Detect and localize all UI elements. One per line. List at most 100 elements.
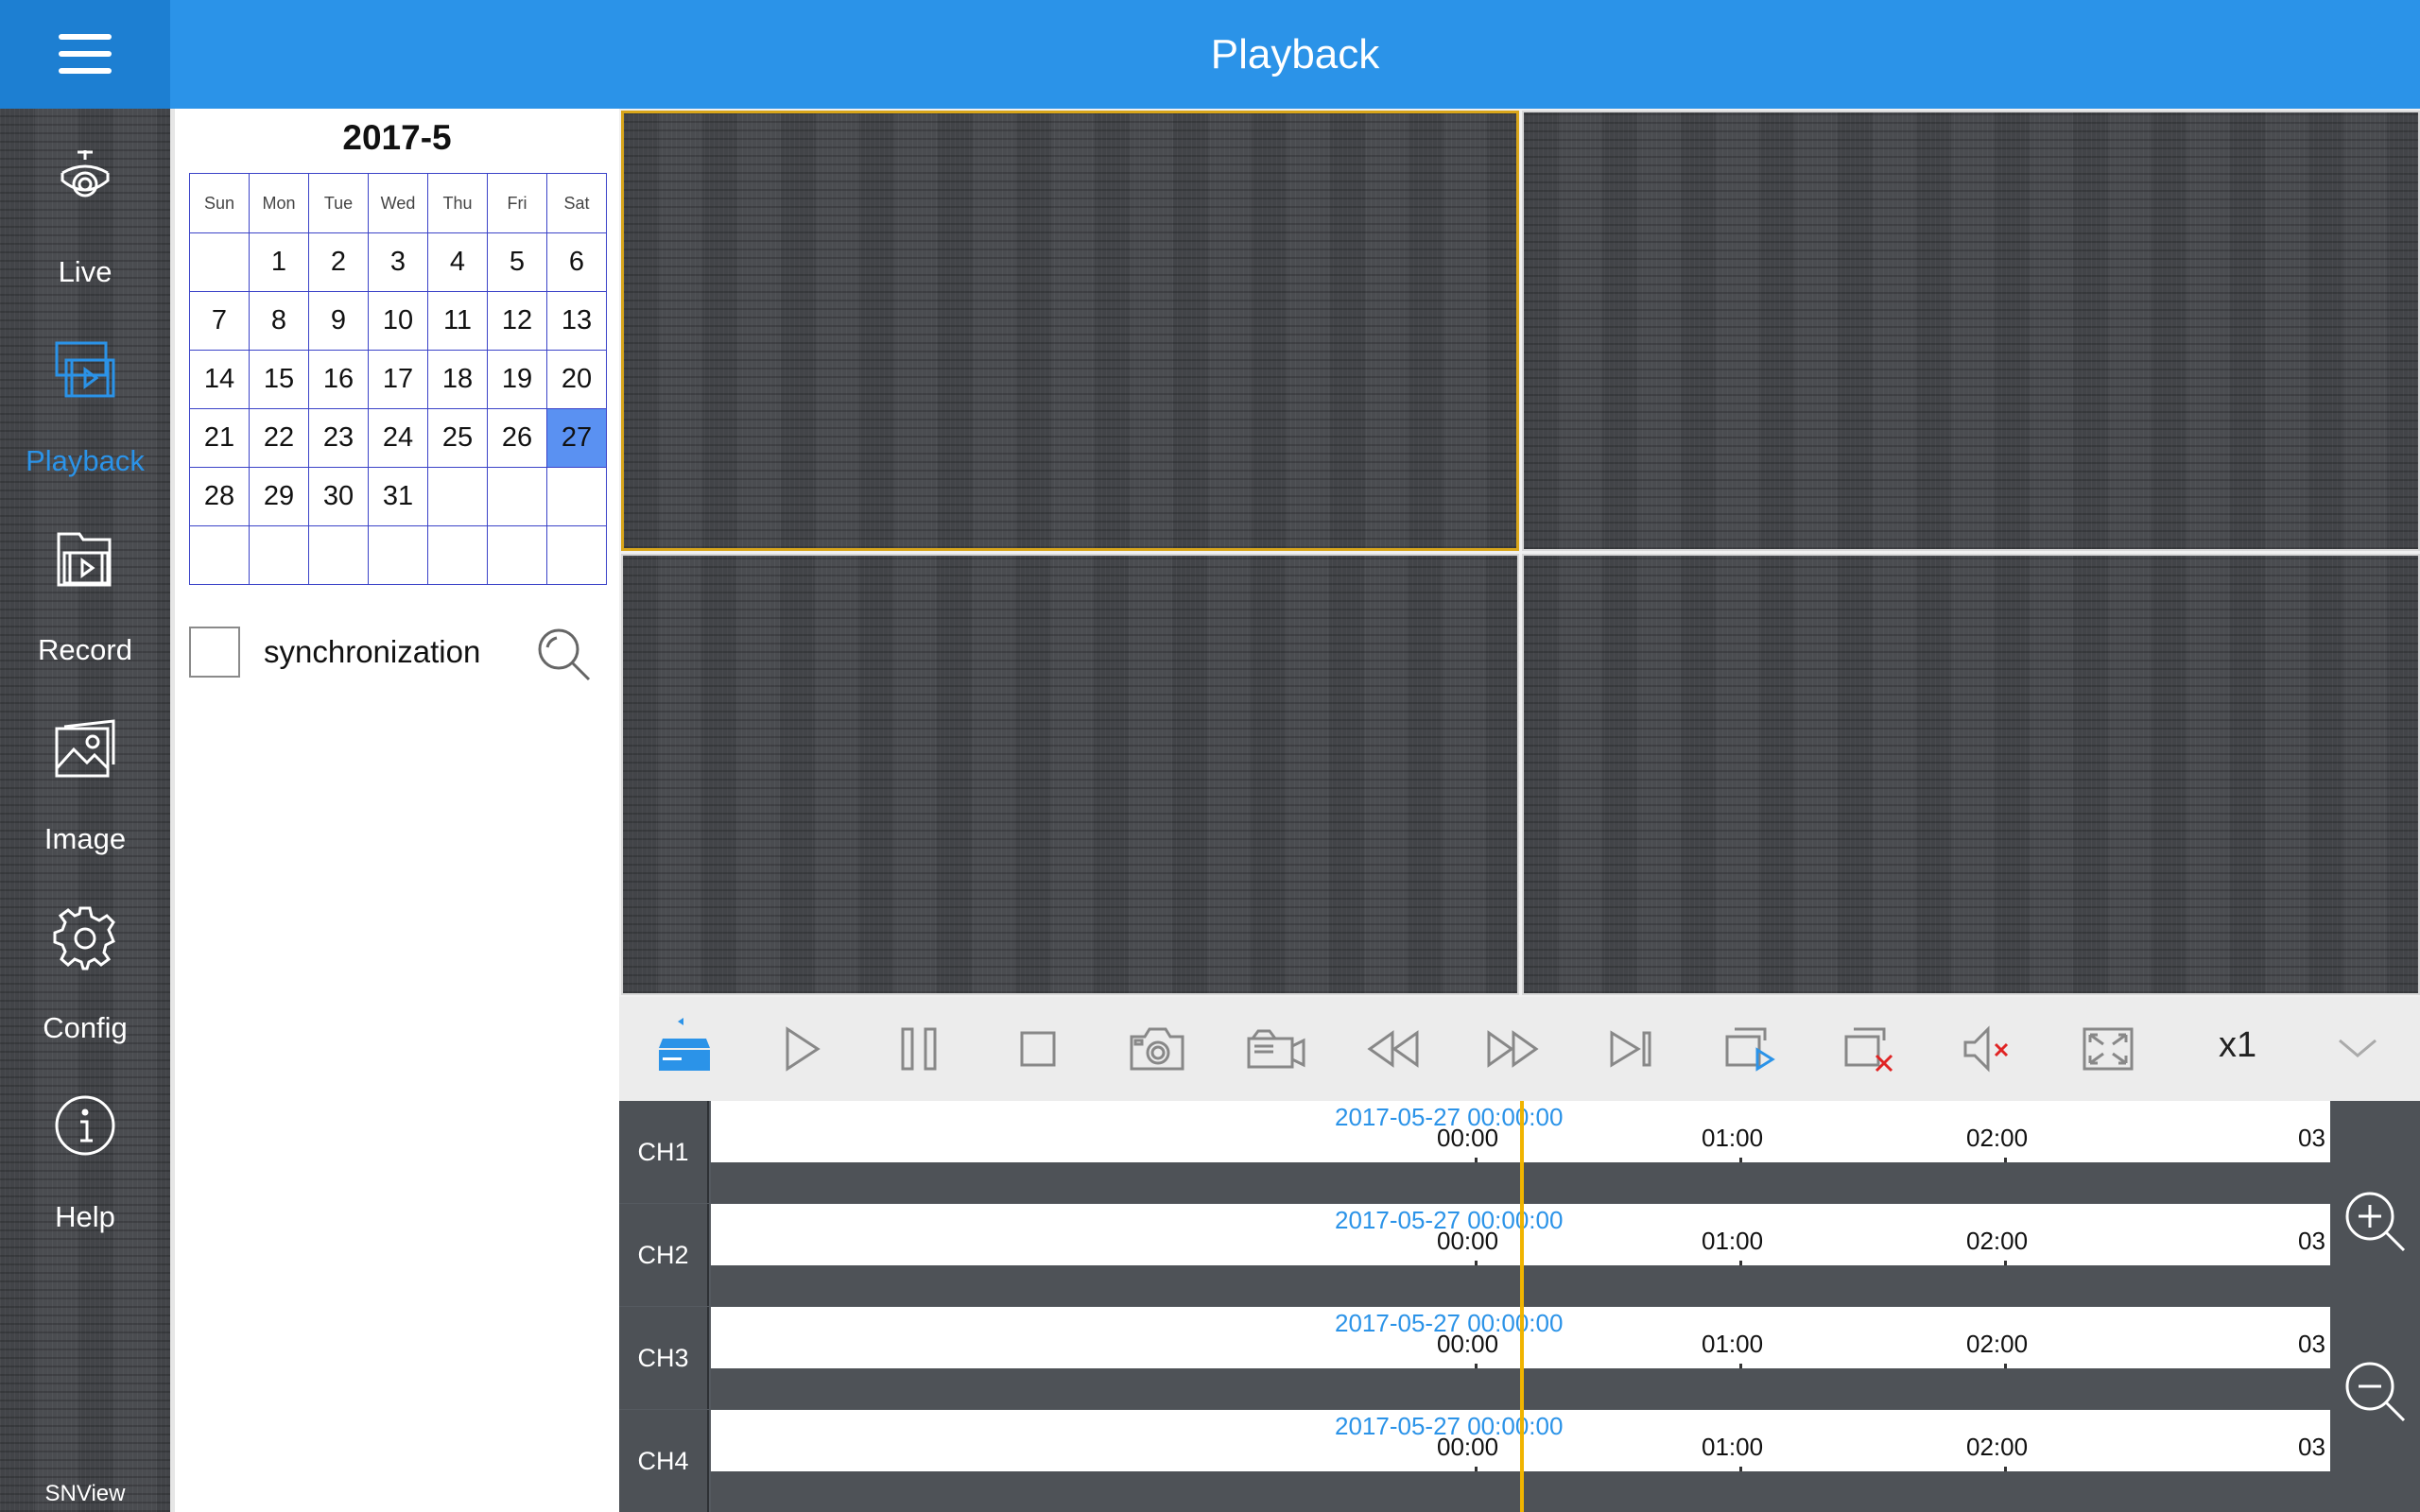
sidebar-item-live[interactable]: Live — [0, 109, 170, 298]
calendar-day[interactable]: 29 — [249, 467, 309, 526]
close-all-button[interactable] — [1839, 1018, 1901, 1080]
calendar-day[interactable]: 25 — [427, 408, 488, 468]
calendar-day[interactable]: 17 — [368, 350, 428, 409]
timeline-tick-label: 02:00 — [1966, 1433, 2029, 1461]
calendar-empty-cell — [249, 525, 309, 585]
image-icon — [55, 719, 115, 778]
timeline-tick-label: 03 — [2298, 1124, 2325, 1152]
sidebar-item-playback[interactable]: Playback — [0, 298, 170, 487]
fullscreen-button[interactable] — [2077, 1018, 2139, 1080]
timeline-row: CH4 2017-05-27 00:00:00 00:00 01:00 02:00 03 — [619, 1410, 2330, 1512]
calendar-day[interactable]: 26 — [487, 408, 547, 468]
snapshot-icon — [1130, 1027, 1184, 1071]
sidebar-item-record[interactable]: Record — [0, 487, 170, 676]
calendar-day[interactable]: 5 — [487, 232, 547, 292]
calendar-day[interactable]: 18 — [427, 350, 488, 409]
sidebar-item-label: Help — [55, 1200, 115, 1233]
calendar-day[interactable]: 28 — [189, 467, 250, 526]
calendar-month-title: 2017-5 — [342, 118, 452, 157]
video-cell-2[interactable] — [1522, 111, 2420, 551]
video-cell-3[interactable] — [621, 554, 1519, 995]
calendar-day[interactable]: 4 — [427, 232, 488, 292]
weekday-header: Thu — [427, 173, 488, 233]
calendar-day[interactable]: 19 — [487, 350, 547, 409]
mute-button[interactable] — [1958, 1018, 2020, 1080]
calendar-day[interactable]: 30 — [308, 467, 369, 526]
sidebar-item-config[interactable]: Config — [0, 865, 170, 1054]
play-icon — [786, 1026, 821, 1072]
timeline-tick-label: 03 — [2298, 1433, 2325, 1461]
hamburger-menu-button[interactable] — [0, 0, 170, 109]
calendar-day[interactable]: 2 — [308, 232, 369, 292]
calendar-day[interactable]: 3 — [368, 232, 428, 292]
sidebar-item-label: Live — [58, 255, 112, 288]
fast-forward-button[interactable] — [1481, 1018, 1544, 1080]
calendar-day[interactable]: 8 — [249, 291, 309, 351]
calendar-day[interactable]: 16 — [308, 350, 369, 409]
chevron-down-icon — [2339, 1039, 2377, 1057]
speed-selector[interactable]: x1 — [2219, 1025, 2256, 1066]
calendar-day[interactable]: 22 — [249, 408, 309, 468]
video-grid — [619, 109, 2420, 997]
sidebar-item-label: Record — [38, 633, 132, 666]
play-button[interactable] — [770, 1018, 833, 1080]
calendar-day[interactable]: 13 — [546, 291, 607, 351]
search-icon[interactable] — [534, 625, 593, 683]
rewind-icon — [1367, 1030, 1419, 1068]
sidebar-item-help[interactable]: Help — [0, 1054, 170, 1243]
timeline-playhead[interactable] — [1520, 1101, 1524, 1512]
video-cell-4[interactable] — [1522, 554, 2420, 995]
calendar-day[interactable]: 21 — [189, 408, 250, 468]
timeline-tick-label: 02:00 — [1966, 1227, 2029, 1255]
snapshot-button[interactable] — [1126, 1018, 1188, 1080]
channel-label: CH1 — [619, 1101, 709, 1203]
timeline-row: CH3 2017-05-27 00:00:00 00:00 01:00 02:00 03 — [619, 1307, 2330, 1409]
calendar-empty-cell — [189, 525, 250, 585]
calendar-day[interactable]: 31 — [368, 467, 428, 526]
timeline-row: CH1 2017-05-27 00:00:00 00:00 01:00 02:00 03 — [619, 1101, 2330, 1203]
timeline-tick-label: 02:00 — [1966, 1124, 2029, 1152]
calendar-day[interactable]: 12 — [487, 291, 547, 351]
calendar-day[interactable]: 24 — [368, 408, 428, 468]
sidebar-item-image[interactable]: Image — [0, 676, 170, 865]
channel-label: CH3 — [619, 1307, 709, 1409]
zoom-out-icon[interactable] — [2342, 1358, 2408, 1424]
channel-label: CH2 — [619, 1204, 709, 1306]
sidebar-item-label: Config — [43, 1011, 128, 1044]
weekday-header: Mon — [249, 173, 309, 233]
calendar-day[interactable]: 14 — [189, 350, 250, 409]
timeline-tick-label: 02:00 — [1966, 1330, 2029, 1358]
calendar-day[interactable]: 15 — [249, 350, 309, 409]
calendar-day[interactable]: 9 — [308, 291, 369, 351]
weekday-header: Sat — [546, 173, 607, 233]
calendar-day[interactable]: 23 — [308, 408, 369, 468]
calendar-empty-cell — [189, 232, 250, 292]
sidebar-item-label: Playback — [26, 444, 145, 477]
synchronization-label: synchronization — [264, 634, 481, 669]
next-frame-button[interactable] — [1600, 1018, 1663, 1080]
playback-all-button[interactable] — [1720, 1018, 1782, 1080]
calendar-day[interactable]: 11 — [427, 291, 488, 351]
calendar-day[interactable]: 7 — [189, 291, 250, 351]
rewind-button[interactable] — [1362, 1018, 1425, 1080]
device-icon — [659, 1018, 710, 1071]
collapse-button[interactable] — [2326, 1018, 2389, 1080]
stop-button[interactable] — [1007, 1018, 1069, 1080]
calendar-empty-cell — [546, 525, 607, 585]
pause-button[interactable] — [888, 1018, 950, 1080]
fast-forward-icon — [1487, 1030, 1539, 1068]
calendar-day[interactable]: 1 — [249, 232, 309, 292]
calendar-day[interactable]: 10 — [368, 291, 428, 351]
menu-icon-line — [59, 51, 112, 57]
calendar-week-row: 21 22 23 24 25 26 27 — [189, 408, 607, 468]
zoom-in-icon[interactable] — [2342, 1188, 2408, 1254]
video-cell-1[interactable] — [621, 111, 1519, 551]
calendar-day[interactable]: 6 — [546, 232, 607, 292]
calendar-day[interactable]: 20 — [546, 350, 607, 409]
record-clip-button[interactable] — [1245, 1018, 1307, 1080]
synchronization-checkbox[interactable] — [189, 627, 240, 678]
calendar-day-selected[interactable]: 27 — [546, 408, 607, 468]
calendar-empty-cell — [427, 467, 488, 526]
stop-icon — [1020, 1031, 1056, 1067]
device-button[interactable] — [653, 1018, 716, 1080]
